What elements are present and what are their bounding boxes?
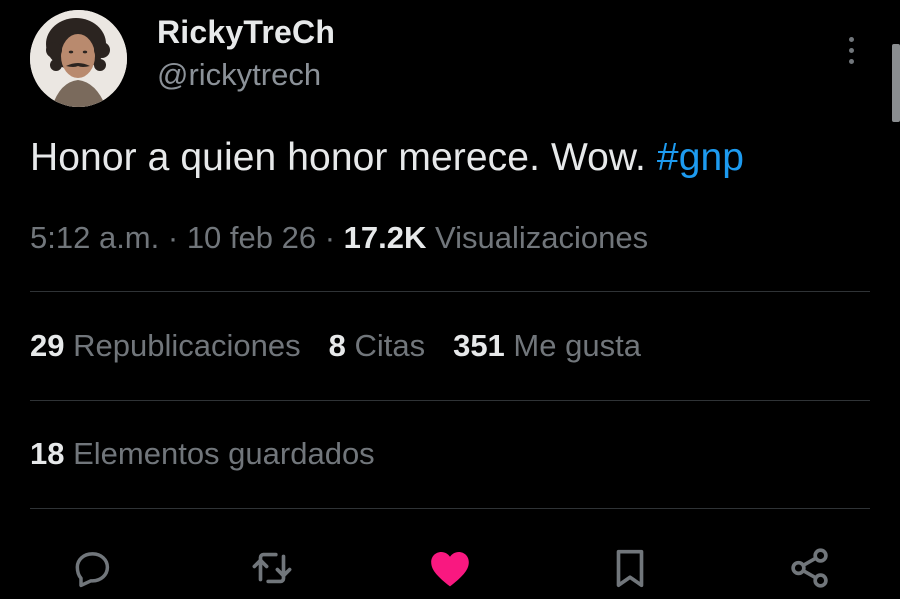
tweet-meta: 5:12 a.m. · 10 feb 26 · 17.2K Visualizac…: [30, 220, 648, 256]
heart-icon: [431, 552, 469, 587]
meta-separator: ·: [159, 220, 187, 255]
bookmarks-count: 18: [30, 436, 65, 471]
like-button[interactable]: [425, 543, 475, 593]
meta-separator: ·: [316, 220, 344, 255]
handle[interactable]: @rickytrech: [157, 57, 321, 93]
reposts-stat[interactable]: 29 Republicaciones: [30, 328, 301, 363]
views-count: 17.2K: [343, 220, 427, 255]
reply-icon: [75, 552, 110, 588]
tweet-date[interactable]: 10 feb 26: [187, 220, 316, 255]
avatar-image: [30, 10, 127, 107]
reply-button[interactable]: [67, 543, 117, 593]
reposts-label: Republicaciones: [64, 328, 301, 363]
scrollbar-thumb[interactable]: [892, 44, 900, 122]
bookmarks-label: Elementos guardados: [64, 436, 375, 471]
likes-count: 351: [453, 328, 505, 363]
bookmark-icon: [616, 549, 644, 588]
tweet-text: Honor a quien honor merece. Wow. #gnp: [30, 136, 744, 180]
repost-icon: [252, 552, 292, 584]
quotes-stat[interactable]: 8 Citas: [329, 328, 426, 363]
reposts-count: 29: [30, 328, 65, 363]
views-label: Visualizaciones: [426, 220, 649, 255]
tweet-time[interactable]: 5:12 a.m.: [30, 220, 159, 255]
bookmark-button[interactable]: [605, 543, 655, 593]
bookmarks-stat[interactable]: 18 Elementos guardados: [30, 436, 375, 472]
tweet-body: Honor a quien honor merece. Wow.: [30, 136, 657, 179]
quotes-count: 8: [328, 328, 346, 363]
quotes-label: Citas: [345, 328, 426, 363]
share-button[interactable]: [785, 543, 835, 593]
engagement-stats: 29 Republicaciones 8 Citas 351 Me gusta: [30, 328, 669, 364]
divider: [30, 291, 870, 292]
more-options-icon[interactable]: [838, 30, 864, 70]
likes-label: Me gusta: [504, 328, 641, 363]
hashtag-link[interactable]: #gnp: [657, 136, 744, 179]
avatar[interactable]: [30, 10, 127, 107]
divider: [30, 400, 870, 401]
repost-button[interactable]: [247, 543, 297, 593]
share-icon: [791, 548, 828, 588]
likes-stat[interactable]: 351 Me gusta: [453, 328, 641, 363]
divider: [30, 508, 870, 509]
display-name[interactable]: RickyTreCh: [157, 14, 335, 51]
